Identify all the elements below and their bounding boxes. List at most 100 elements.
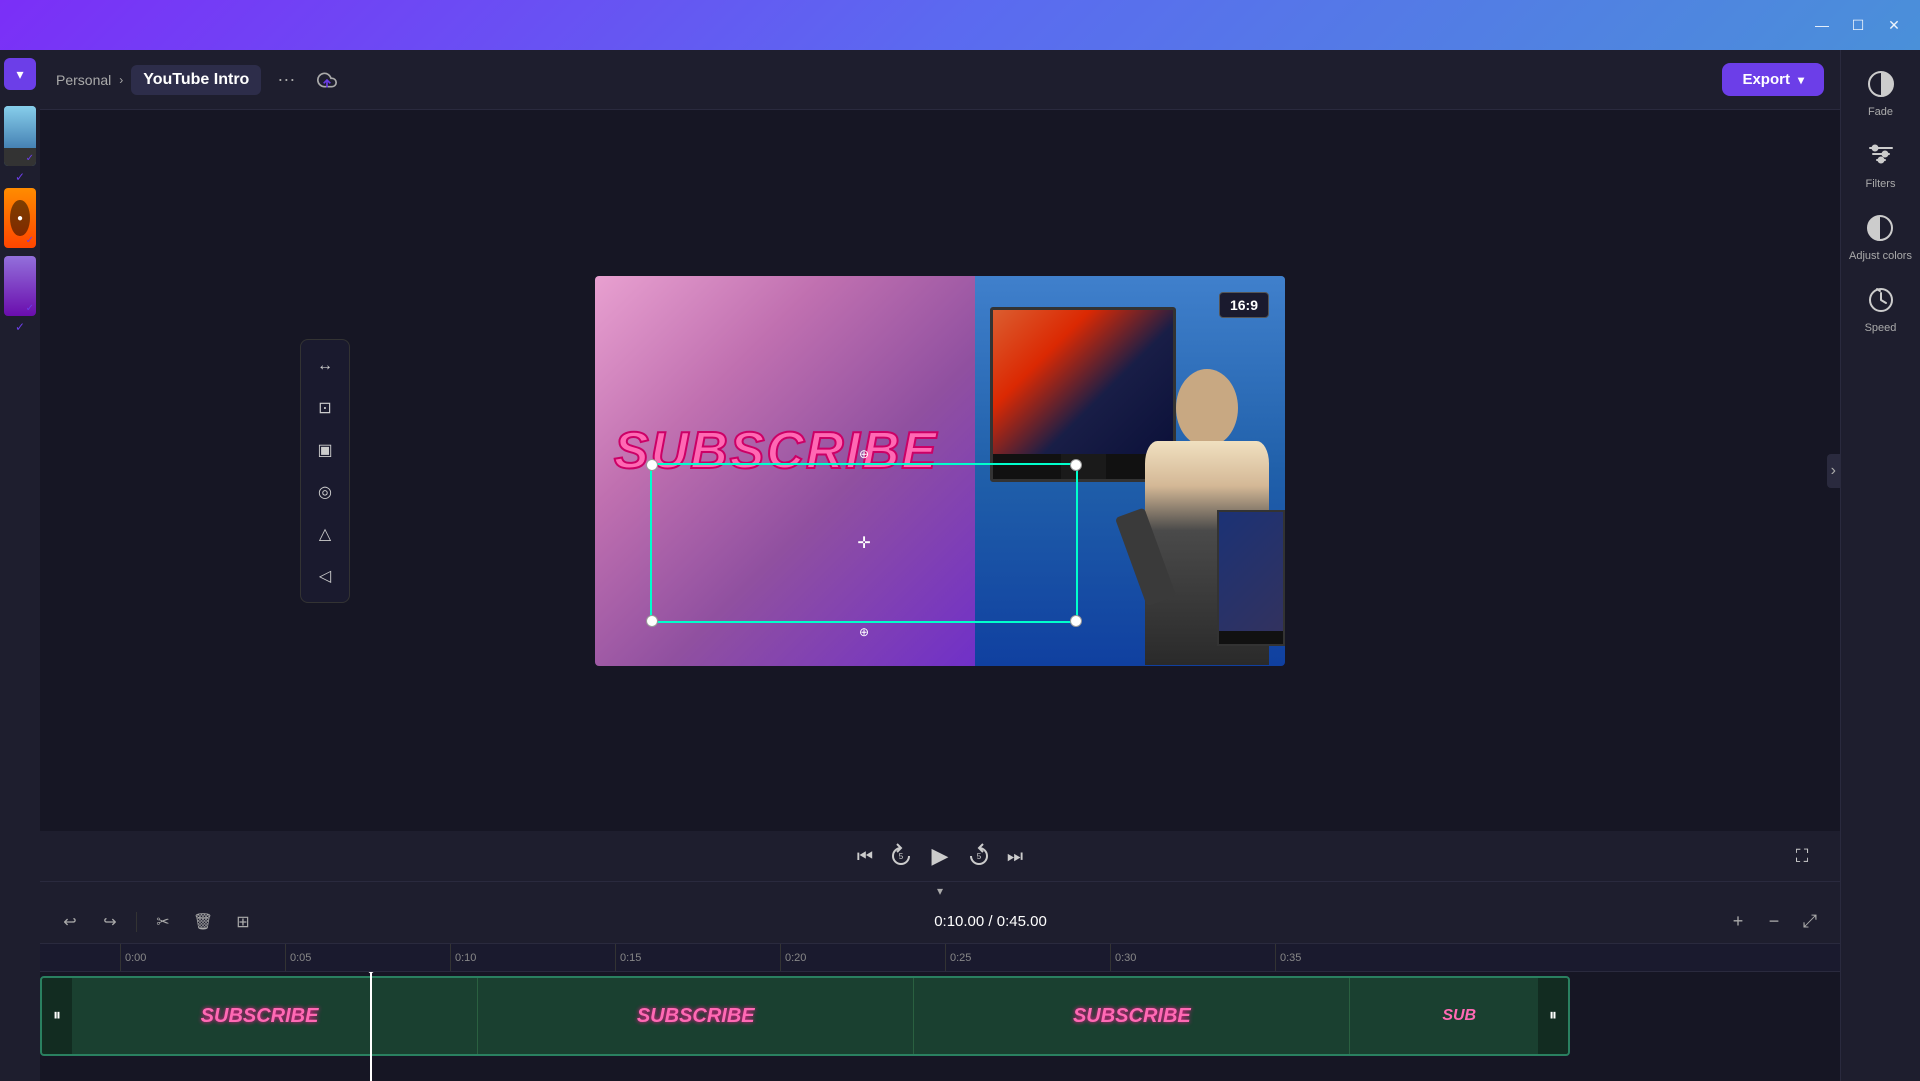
header-bar: Personal › YouTube Intro ··· Export ▾ [40, 50, 1840, 110]
adjust-colors-icon [1862, 210, 1898, 246]
rewind-5s-button[interactable]: 5 [883, 838, 919, 874]
redo-button[interactable]: ↪ [96, 908, 124, 936]
resize-tool[interactable]: ↔ [307, 348, 343, 384]
fade-label: Fade [1868, 106, 1893, 118]
breadcrumb-arrow: › [119, 73, 123, 87]
project-menu-button[interactable]: ··· [269, 65, 303, 94]
delete-button[interactable]: 🗑 [189, 908, 217, 936]
playhead-head [364, 972, 378, 974]
timeline-section: ▾ ↩ ↪ ✂ 🗑 ⊞ 0:10.00 / 0:45.00 + − ⤢ [40, 881, 1840, 1081]
track-thumb-3: SUBSCRIBE [914, 978, 1350, 1054]
speed-tool[interactable]: Speed [1863, 282, 1899, 334]
export-button[interactable]: Export ▾ [1722, 63, 1824, 96]
preview-area: ↔ ⊡ ▣ ◎ △ ◁ SUBSCRIBE [40, 110, 1840, 831]
adjust-colors-tool[interactable]: Adjust colors [1849, 210, 1912, 262]
track-area: ⏸ SUBSCRIBE SUBSCRIBE SUBSCRIBE SUB ⏸ [40, 972, 1840, 1081]
filters-icon [1863, 138, 1899, 174]
forward-5s-button[interactable]: 5 [961, 838, 997, 874]
minimize-button[interactable]: — [1812, 15, 1832, 35]
center-area: Personal › YouTube Intro ··· Export ▾ ↔ [40, 50, 1840, 1081]
timeline-body: 0:00 0:05 0:10 0:15 0:20 0:25 0:30 0:35 [40, 944, 1840, 1081]
filters-tool[interactable]: Filters [1863, 138, 1899, 190]
checkmark-3: ✓ [15, 320, 25, 334]
collapse-button[interactable]: ▾ [4, 58, 36, 90]
timecode-display: 0:10.00 / 0:45.00 [269, 913, 1712, 930]
fit-timeline-button[interactable]: ⤢ [1796, 908, 1824, 936]
ruler-mark-10: 0:10 [450, 944, 615, 972]
track-thumb-4: SUB [1350, 978, 1568, 1054]
zoom-controls: + − ⤢ [1724, 908, 1824, 936]
svg-text:5: 5 [899, 852, 904, 861]
separator-1 [136, 912, 137, 932]
chevron-down-icon: ▾ [16, 66, 23, 83]
crop-tool[interactable]: ⊡ [307, 390, 343, 426]
media-thumbnail-1[interactable] [4, 106, 36, 166]
handle-top-left[interactable] [646, 459, 658, 471]
timeline-toggle[interactable]: ▾ [40, 882, 1840, 900]
speed-label: Speed [1865, 322, 1897, 334]
ruler-mark-5: 0:05 [285, 944, 450, 972]
ruler-mark-30: 0:30 [1110, 944, 1275, 972]
svg-text:5: 5 [977, 852, 982, 861]
timeline-ruler[interactable]: 0:00 0:05 0:10 0:15 0:20 0:25 0:30 0:35 [40, 944, 1840, 972]
timeline-toggle-icon: ▾ [937, 884, 943, 898]
top-center-handle[interactable]: ⊕ [859, 447, 869, 461]
ruler-mark-35: 0:35 [1275, 944, 1440, 972]
project-name[interactable]: YouTube Intro [131, 65, 261, 95]
track-start-indicator[interactable]: ⏸ [42, 978, 72, 1054]
undo-button[interactable]: ↩ [56, 908, 84, 936]
handle-bottom-left[interactable] [646, 615, 658, 627]
filters-label: Filters [1866, 178, 1896, 190]
left-sidebar: ▾ ✓ ● ✓ [0, 50, 40, 1081]
zoom-in-button[interactable]: + [1724, 908, 1752, 936]
track-thumb-1: SUBSCRIBE [42, 978, 478, 1054]
aspect-ratio-badge[interactable]: 16:9 [1219, 292, 1269, 318]
ruler-mark-20: 0:20 [780, 944, 945, 972]
zoom-out-button[interactable]: − [1760, 908, 1788, 936]
maximize-button[interactable]: ☐ [1848, 15, 1868, 35]
transform-tool[interactable]: ◎ [307, 474, 343, 510]
main-container: ▾ ✓ ● ✓ Personal › YouTube Intro ··· [0, 50, 1920, 1081]
title-bar: — ☐ ✕ [0, 0, 1920, 50]
cut-button[interactable]: ✂ [149, 908, 177, 936]
center-handle[interactable]: ✛ [857, 533, 870, 553]
speed-icon [1863, 282, 1899, 318]
export-arrow: ▾ [1798, 73, 1804, 87]
video-track[interactable]: ⏸ SUBSCRIBE SUBSCRIBE SUBSCRIBE SUB ⏸ [40, 976, 1570, 1056]
track-thumb-2: SUBSCRIBE [478, 978, 914, 1054]
ruler-marks: 0:00 0:05 0:10 0:15 0:20 0:25 0:30 0:35 [120, 944, 1840, 972]
video-preview: SUBSCRIBE [595, 276, 1285, 666]
playback-controls: ⏮ 5 ▶ 5 ⏭ ⛶ [40, 831, 1840, 881]
breadcrumb-personal[interactable]: Personal [56, 72, 111, 88]
right-collapse-button[interactable]: › [1827, 454, 1840, 488]
fade-tool[interactable]: Fade [1863, 66, 1899, 118]
handle-top-right[interactable] [1070, 459, 1082, 471]
play-button[interactable]: ▶ [919, 835, 961, 877]
adjust-colors-label: Adjust colors [1849, 250, 1912, 262]
fade-icon [1863, 66, 1899, 102]
skip-to-start-button[interactable]: ⏮ [847, 838, 883, 874]
flip-tool[interactable]: △ [307, 516, 343, 552]
export-label: Export [1742, 71, 1790, 88]
ruler-mark-0: 0:00 [120, 944, 285, 972]
cloud-sync-button[interactable] [311, 64, 343, 96]
track-content: ⏸ SUBSCRIBE SUBSCRIBE SUBSCRIBE SUB ⏸ [40, 972, 1840, 1081]
track-end-indicator[interactable]: ⏸ [1538, 978, 1568, 1054]
skip-to-end-button[interactable]: ⏭ [997, 838, 1033, 874]
handle-bottom-right[interactable] [1070, 615, 1082, 627]
ruler-mark-15: 0:15 [615, 944, 780, 972]
media-thumbnail-2[interactable]: ● [4, 188, 36, 248]
fullscreen-button[interactable]: ⛶ [1784, 838, 1820, 874]
bottom-center-handle[interactable]: ⊕ [859, 625, 869, 639]
mirror-tool[interactable]: ◁ [307, 558, 343, 594]
checkmark-1: ✓ [15, 170, 25, 184]
close-button[interactable]: ✕ [1884, 15, 1904, 35]
side-monitor [1217, 510, 1285, 647]
media-thumbnail-3[interactable] [4, 256, 36, 316]
right-sidebar: Fade Filters Adjust colors [1840, 50, 1920, 1081]
ruler-mark-25: 0:25 [945, 944, 1110, 972]
display-tool[interactable]: ▣ [307, 432, 343, 468]
add-clip-button[interactable]: ⊞ [229, 908, 257, 936]
selection-overlay: ✛ ⊕ ⊕ [650, 463, 1078, 623]
timeline-toolbar: ↩ ↪ ✂ 🗑 ⊞ 0:10.00 / 0:45.00 + − ⤢ [40, 900, 1840, 944]
